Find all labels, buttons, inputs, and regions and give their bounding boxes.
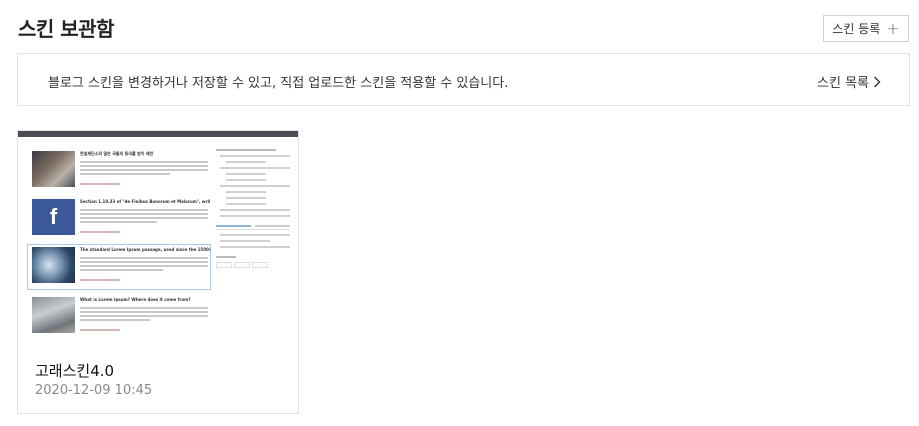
skin-list-link[interactable]: 스킨 목록 xyxy=(817,72,881,91)
preview-post-title: What is Lorem Ipsum? Where does it come … xyxy=(80,297,191,302)
preview-post: The standard Lorem Ipsum passage, used s… xyxy=(27,244,211,290)
preview-post-image xyxy=(32,297,75,333)
skin-card[interactable]: 한일재단소의 많은 곡들의 동의를 받아 제한 f Section 1.10.3… xyxy=(17,130,299,414)
preview-post: 한일재단소의 많은 곡들의 동의를 받아 제한 xyxy=(30,151,210,191)
preview-post-title: The standard Lorem Ipsum passage, used s… xyxy=(80,247,210,252)
skin-name: 고래스킨4.0 xyxy=(35,362,115,380)
info-banner: 블로그 스킨을 변경하거나 저장할 수 있고, 직접 업로드한 스킨을 적용할 … xyxy=(17,53,910,106)
preview-post-image xyxy=(32,151,75,187)
page-title: 스킨 보관함 xyxy=(18,17,114,41)
preview-post-title: Section 1.10.33 of "de Finibus Bonorum e… xyxy=(80,199,210,204)
chevron-right-icon xyxy=(874,76,881,87)
skin-thumbnail: 한일재단소의 많은 곡들의 동의를 받아 제한 f Section 1.10.3… xyxy=(18,131,298,341)
skin-date: 2020-12-09 10:45 xyxy=(35,383,153,398)
register-skin-label: 스킨 등록 xyxy=(832,22,881,36)
preview-post-image xyxy=(32,247,75,283)
preview-post-title: 한일재단소의 많은 곡들의 동의를 받아 제한 xyxy=(80,151,154,156)
info-text: 블로그 스킨을 변경하거나 저장할 수 있고, 직접 업로드한 스킨을 적용할 … xyxy=(48,76,509,91)
skin-list-label: 스킨 목록 xyxy=(817,76,869,91)
plus-icon: + xyxy=(886,18,900,38)
register-skin-button[interactable]: 스킨 등록 + xyxy=(823,15,909,42)
preview-post: What is Lorem Ipsum? Where does it come … xyxy=(30,297,210,337)
facebook-icon: f xyxy=(32,199,75,235)
preview-post: f Section 1.10.33 of "de Finibus Bonorum… xyxy=(30,199,210,239)
preview-sidebar xyxy=(216,145,290,268)
